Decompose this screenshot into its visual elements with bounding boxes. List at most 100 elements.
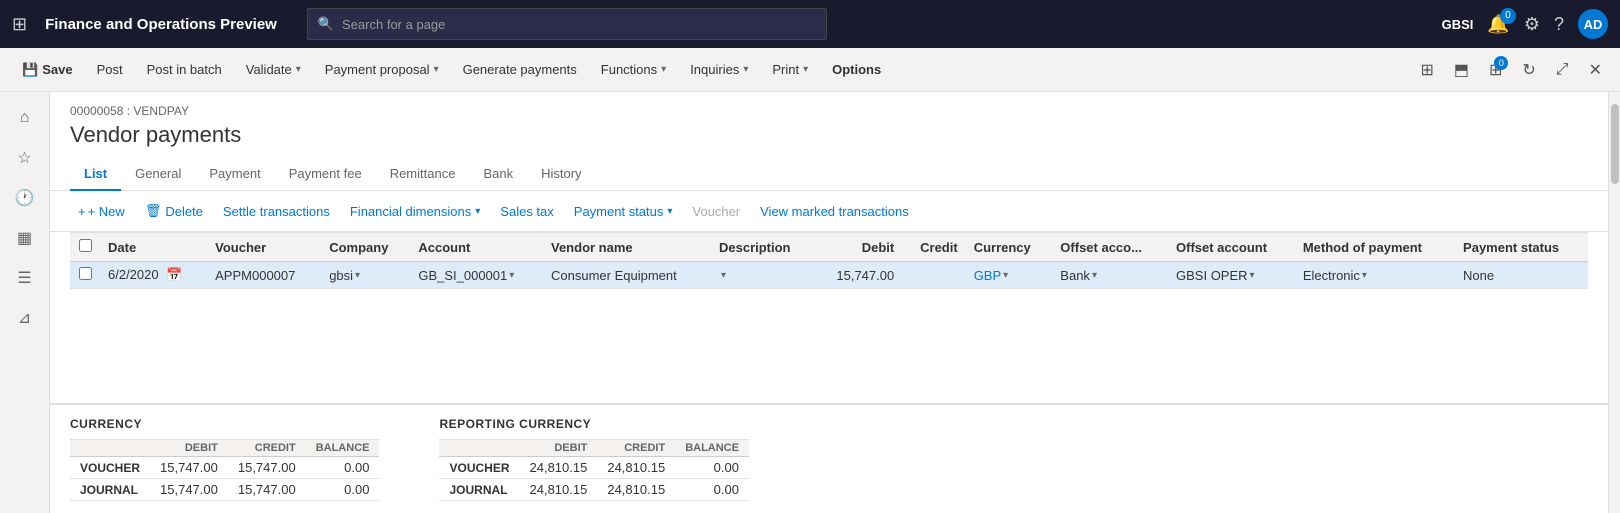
tab-payment-fee[interactable]: Payment fee xyxy=(275,158,376,191)
right-scrollbar[interactable] xyxy=(1608,92,1620,513)
scroll-thumb[interactable] xyxy=(1611,104,1619,184)
reporting-table: DEBIT CREDIT BALANCE VOUCHER 24,810.15 2… xyxy=(439,439,748,501)
inquiries-arrow: ▾ xyxy=(743,64,748,75)
reporting-summary: REPORTING CURRENCY DEBIT CREDIT BALANCE … xyxy=(439,417,748,501)
notification-icon[interactable]: 🔔 0 xyxy=(1487,14,1509,35)
save-button[interactable]: 💾 Save xyxy=(12,57,83,83)
help-icon[interactable]: ? xyxy=(1554,14,1564,35)
rep-col-credit-label: CREDIT xyxy=(597,440,675,457)
financial-dimensions-arrow: ▾ xyxy=(475,206,480,217)
search-input[interactable] xyxy=(342,17,816,32)
notification-badge: 0 xyxy=(1500,8,1516,24)
avatar[interactable]: AD xyxy=(1578,9,1608,39)
row-offset-account[interactable]: GBSI OPER ▾ xyxy=(1168,262,1295,289)
post-in-batch-button[interactable]: Post in batch xyxy=(137,57,232,82)
functions-arrow: ▾ xyxy=(661,64,666,75)
main-layout: ⌂ ☆ 🕐 ▦ ☰ ⊿ 00000058 : VENDPAY Vendor pa… xyxy=(0,92,1620,513)
sidebar-list-icon[interactable]: ☰ xyxy=(7,260,43,296)
table-row[interactable]: 6/2/2020 📅 APPM000007 gbsi ▾ xyxy=(70,262,1588,289)
col-credit-label: CREDIT xyxy=(228,440,306,457)
rep-summary-row-journal: JOURNAL 24,810.15 24,810.15 0.00 xyxy=(439,479,748,501)
settle-transactions-button[interactable]: Settle transactions xyxy=(215,200,338,223)
close-icon-btn[interactable]: ✕ xyxy=(1583,56,1608,84)
inquiries-button[interactable]: Inquiries ▾ xyxy=(680,57,758,82)
tab-list[interactable]: List xyxy=(70,158,121,191)
calendar-icon[interactable]: 📅 xyxy=(166,267,182,282)
badge-icon-btn[interactable]: ⊞ 0 xyxy=(1483,56,1508,84)
row-currency[interactable]: GBP ▾ xyxy=(966,262,1053,289)
company-dropdown-arrow[interactable]: ▾ xyxy=(355,270,360,281)
new-button[interactable]: + + New xyxy=(70,200,133,223)
tab-general[interactable]: General xyxy=(121,158,195,191)
top-nav: ⊞ Finance and Operations Preview 🔍 GBSI … xyxy=(0,0,1620,48)
financial-dimensions-button[interactable]: Financial dimensions ▾ xyxy=(342,200,488,223)
tab-bank[interactable]: Bank xyxy=(469,158,527,191)
tab-history[interactable]: History xyxy=(527,158,595,191)
gear-icon[interactable]: ⚙ xyxy=(1524,14,1540,35)
account-dropdown-arrow[interactable]: ▾ xyxy=(509,270,514,281)
currency-summary: CURRENCY DEBIT CREDIT BALANCE VOUCHER xyxy=(70,417,379,501)
payment-proposal-arrow: ▾ xyxy=(434,64,439,75)
sidebar-star-icon[interactable]: ☆ xyxy=(7,140,43,176)
sales-tax-button[interactable]: Sales tax xyxy=(492,200,561,223)
breadcrumb: 00000058 : VENDPAY xyxy=(70,104,1588,118)
row-account[interactable]: GB_SI_000001 ▾ xyxy=(410,262,543,289)
currency-dropdown-arrow[interactable]: ▾ xyxy=(1003,270,1008,281)
tab-remittance[interactable]: Remittance xyxy=(376,158,470,191)
refresh-icon-btn[interactable]: ↻ xyxy=(1516,56,1541,84)
list-toolbar: + + New 🗑 Delete Settle transactions Fin… xyxy=(50,191,1608,232)
filter-icon-btn[interactable]: ⊞ xyxy=(1414,56,1439,84)
col-company: Company xyxy=(321,233,410,262)
col-payment-status: Payment status xyxy=(1455,233,1588,262)
delete-button[interactable]: 🗑 Delete xyxy=(137,199,211,223)
currency-title: CURRENCY xyxy=(70,417,379,431)
row-credit xyxy=(902,262,965,289)
rep-col-debit-label: DEBIT xyxy=(520,440,598,457)
functions-button[interactable]: Functions ▾ xyxy=(591,57,676,82)
method-dropdown-arrow[interactable]: ▾ xyxy=(1362,270,1367,281)
col-date: Date xyxy=(100,233,207,262)
select-all-checkbox[interactable] xyxy=(79,239,92,252)
row-company[interactable]: gbsi ▾ xyxy=(321,262,410,289)
row-check[interactable] xyxy=(70,262,100,289)
offset-type-dropdown-arrow[interactable]: ▾ xyxy=(1092,270,1097,281)
grid-icon[interactable]: ⊞ xyxy=(12,14,27,35)
table-container: Date Voucher Company Account Vendor name… xyxy=(50,232,1608,403)
row-payment-status: None xyxy=(1455,262,1588,289)
col-balance-label: BALANCE xyxy=(306,440,380,457)
payment-proposal-button[interactable]: Payment proposal ▾ xyxy=(315,57,449,82)
description-dropdown-arrow[interactable]: ▾ xyxy=(721,270,726,281)
row-offset-type[interactable]: Bank ▾ xyxy=(1052,262,1168,289)
sidebar-filter-icon[interactable]: ⊿ xyxy=(7,300,43,336)
voucher-button: Voucher xyxy=(684,200,748,223)
delete-icon: 🗑 xyxy=(145,203,162,219)
tab-payment[interactable]: Payment xyxy=(195,158,274,191)
sidebar-home-icon[interactable]: ⌂ xyxy=(7,100,43,136)
app-title: Finance and Operations Preview xyxy=(45,16,277,33)
cmd-bar-right: ⊞ ⬒ ⊞ 0 ↻ ⤢ ✕ xyxy=(1414,56,1608,84)
row-description[interactable]: ▾ xyxy=(711,262,815,289)
generate-payments-button[interactable]: Generate payments xyxy=(453,57,587,82)
validate-button[interactable]: Validate ▾ xyxy=(236,57,311,82)
currency-table: DEBIT CREDIT BALANCE VOUCHER 15,747.00 1… xyxy=(70,439,379,501)
offset-account-dropdown-arrow[interactable]: ▾ xyxy=(1250,270,1255,281)
sidebar-calendar-icon[interactable]: ▦ xyxy=(7,220,43,256)
col-credit: Credit xyxy=(902,233,965,262)
print-button[interactable]: Print ▾ xyxy=(762,57,818,82)
open-icon-btn[interactable]: ⤢ xyxy=(1550,57,1575,83)
sidebar-clock-icon[interactable]: 🕐 xyxy=(7,180,43,216)
row-vendor-name: Consumer Equipment xyxy=(543,262,711,289)
view-marked-transactions-button[interactable]: View marked transactions xyxy=(752,200,917,223)
post-button[interactable]: Post xyxy=(87,57,133,82)
options-button[interactable]: Options xyxy=(822,57,891,82)
payment-status-arrow: ▾ xyxy=(667,206,672,217)
search-bar[interactable]: 🔍 xyxy=(307,8,827,40)
row-checkbox[interactable] xyxy=(79,267,92,280)
split-icon-btn[interactable]: ⬒ xyxy=(1448,56,1475,84)
col-offset-type: Offset acco... xyxy=(1052,233,1168,262)
col-voucher: Voucher xyxy=(207,233,321,262)
payment-status-button[interactable]: Payment status ▾ xyxy=(566,200,681,223)
summary-row-voucher: VOUCHER 15,747.00 15,747.00 0.00 xyxy=(70,457,379,479)
company-label: GBSI xyxy=(1442,17,1474,32)
row-method-of-payment[interactable]: Electronic ▾ xyxy=(1295,262,1455,289)
